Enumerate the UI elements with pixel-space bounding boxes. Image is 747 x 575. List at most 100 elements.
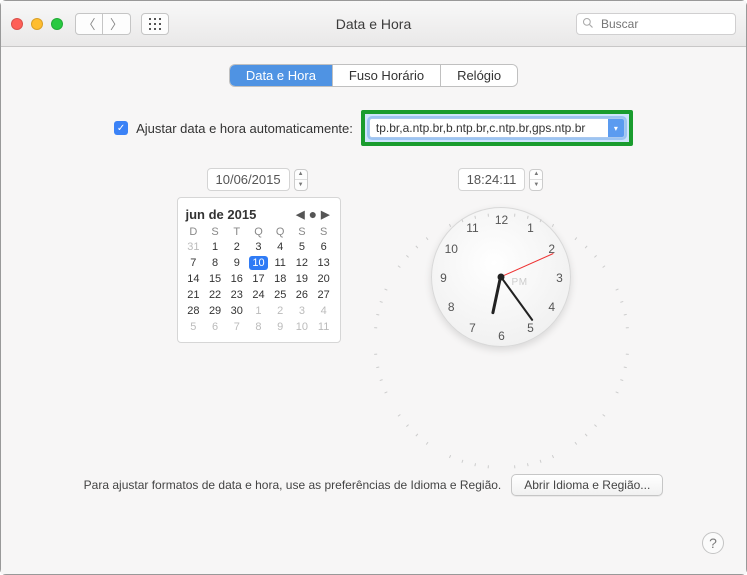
cal-weekday: S xyxy=(292,226,312,238)
chevron-up-icon: ▲ xyxy=(530,170,542,181)
cal-day-cell[interactable]: 15 xyxy=(205,272,225,286)
clock-number: 1 xyxy=(527,221,534,235)
cal-weekday: T xyxy=(227,226,247,238)
footer-hint: Para ajustar formatos de data e hora, us… xyxy=(84,478,502,492)
cal-day-cell[interactable]: 23 xyxy=(227,288,247,302)
time-field[interactable]: 18:24:11 xyxy=(458,168,526,191)
cal-day-cell[interactable]: 30 xyxy=(227,304,247,318)
cal-day-cell[interactable]: 2 xyxy=(227,240,247,254)
ntp-server-select[interactable]: tp.br,a.ntp.br,b.ntp.br,c.ntp.br,gps.ntp… xyxy=(369,118,625,138)
ntp-highlight: tp.br,a.ntp.br,b.ntp.br,c.ntp.br,gps.ntp… xyxy=(361,110,633,146)
time-stepper-control[interactable]: ▲ ▼ xyxy=(529,169,543,191)
cal-day-cell[interactable]: 5 xyxy=(184,320,204,334)
cal-day-cell[interactable]: 7 xyxy=(227,320,247,334)
cal-next-button[interactable]: ▶ xyxy=(319,208,331,221)
chevron-down-icon: ▼ xyxy=(530,180,542,190)
clock-number: 10 xyxy=(445,242,458,256)
auto-adjust-checkbox[interactable]: ✓ xyxy=(114,121,128,135)
clock-number: 5 xyxy=(527,321,534,335)
cal-weekday: Q xyxy=(270,226,290,238)
cal-day-cell[interactable]: 20 xyxy=(314,272,334,286)
calendar-month-label: jun de 2015 xyxy=(186,207,257,222)
cal-day-cell[interactable]: 11 xyxy=(314,320,334,334)
cal-day-cell[interactable]: 21 xyxy=(184,288,204,302)
minimize-icon[interactable] xyxy=(31,18,43,30)
clock-number: 3 xyxy=(556,271,563,285)
ampm-label: PM xyxy=(512,277,528,288)
tabs: Data e Hora Fuso Horário Relógio xyxy=(23,65,724,86)
cal-day-cell[interactable]: 14 xyxy=(184,272,204,286)
cal-day-cell[interactable]: 1 xyxy=(205,240,225,254)
cal-weekday: S xyxy=(205,226,225,238)
cal-day-cell[interactable]: 19 xyxy=(292,272,312,286)
cal-day-cell[interactable]: 5 xyxy=(292,240,312,254)
cal-day-cell[interactable]: 7 xyxy=(184,256,204,270)
clock-number: 6 xyxy=(498,329,505,343)
cal-day-cell[interactable]: 9 xyxy=(270,320,290,334)
cal-day-cell[interactable]: 11 xyxy=(270,256,290,270)
ntp-server-value: tp.br,a.ntp.br,b.ntp.br,c.ntp.br,gps.ntp… xyxy=(370,121,608,135)
cal-day-cell[interactable]: 12 xyxy=(292,256,312,270)
cal-day-cell[interactable]: 3 xyxy=(249,240,269,254)
cal-day-cell[interactable]: 28 xyxy=(184,304,204,318)
panes: 10/06/2015 ▲ ▼ jun de 2015 ◀ ● ▶ DSTQQSS… xyxy=(23,168,724,347)
open-language-region-button[interactable]: Abrir Idioma e Região... xyxy=(511,474,663,496)
titlebar: 〈 〉 Data e Hora xyxy=(1,1,746,47)
clock-number: 9 xyxy=(440,271,447,285)
auto-adjust-label: Ajustar data e hora automaticamente: xyxy=(136,121,353,136)
cal-day-cell[interactable]: 3 xyxy=(292,304,312,318)
cal-day-cell[interactable]: 25 xyxy=(270,288,290,302)
window-controls xyxy=(11,18,63,30)
date-field[interactable]: 10/06/2015 xyxy=(207,168,290,191)
clock-number: 2 xyxy=(548,242,555,256)
chevron-up-icon: ▲ xyxy=(295,170,307,181)
cal-day-cell[interactable]: 16 xyxy=(227,272,247,286)
cal-day-cell[interactable]: 26 xyxy=(292,288,312,302)
cal-day-cell[interactable]: 6 xyxy=(314,240,334,254)
help-button[interactable]: ? xyxy=(702,532,724,554)
cal-day-cell[interactable]: 22 xyxy=(205,288,225,302)
zoom-icon[interactable] xyxy=(51,18,63,30)
cal-day-cell[interactable]: 17 xyxy=(249,272,269,286)
time-stepper: 18:24:11 ▲ ▼ xyxy=(458,168,544,191)
cal-day-cell[interactable]: 8 xyxy=(205,256,225,270)
cal-day-cell[interactable]: 6 xyxy=(205,320,225,334)
cal-day-cell[interactable]: 4 xyxy=(314,304,334,318)
clock-number: 4 xyxy=(548,300,555,314)
cal-day-cell[interactable]: 1 xyxy=(249,304,269,318)
date-stepper-control[interactable]: ▲ ▼ xyxy=(294,169,308,191)
cal-day-cell[interactable]: 10 xyxy=(249,256,269,270)
tab-timezone[interactable]: Fuso Horário xyxy=(333,65,441,86)
cal-day-cell[interactable]: 29 xyxy=(205,304,225,318)
cal-day-cell[interactable]: 24 xyxy=(249,288,269,302)
cal-today-button[interactable]: ● xyxy=(307,206,319,222)
content: Data e Hora Fuso Horário Relógio ✓ Ajust… xyxy=(1,47,746,574)
search-field-wrap xyxy=(576,13,736,35)
clock-number: 8 xyxy=(448,300,455,314)
close-icon[interactable] xyxy=(11,18,23,30)
time-pane: 18:24:11 ▲ ▼ PM 121234567891011 xyxy=(431,168,571,347)
cal-day-cell[interactable]: 4 xyxy=(270,240,290,254)
grid-icon xyxy=(149,18,161,30)
chevron-down-icon: ▾ xyxy=(608,119,624,137)
tab-date-time[interactable]: Data e Hora xyxy=(230,65,333,86)
cal-day-cell[interactable]: 31 xyxy=(184,240,204,254)
search-input[interactable] xyxy=(576,13,736,35)
forward-button[interactable]: 〉 xyxy=(103,13,131,35)
cal-day-cell[interactable]: 8 xyxy=(249,320,269,334)
auto-adjust-row: ✓ Ajustar data e hora automaticamente: t… xyxy=(23,110,724,146)
cal-prev-button[interactable]: ◀ xyxy=(294,208,306,221)
cal-day-cell[interactable]: 10 xyxy=(292,320,312,334)
show-all-prefs-button[interactable] xyxy=(141,13,169,35)
cal-day-cell[interactable]: 9 xyxy=(227,256,247,270)
date-pane: 10/06/2015 ▲ ▼ jun de 2015 ◀ ● ▶ DSTQQSS… xyxy=(177,168,341,343)
cal-day-cell[interactable]: 2 xyxy=(270,304,290,318)
cal-day-cell[interactable]: 27 xyxy=(314,288,334,302)
calendar: jun de 2015 ◀ ● ▶ DSTQQSS311234567891011… xyxy=(177,197,341,343)
tab-clock[interactable]: Relógio xyxy=(441,65,517,86)
cal-day-cell[interactable]: 13 xyxy=(314,256,334,270)
search-icon xyxy=(582,17,594,29)
back-button[interactable]: 〈 xyxy=(75,13,103,35)
cal-day-cell[interactable]: 18 xyxy=(270,272,290,286)
date-stepper: 10/06/2015 ▲ ▼ xyxy=(207,168,308,191)
